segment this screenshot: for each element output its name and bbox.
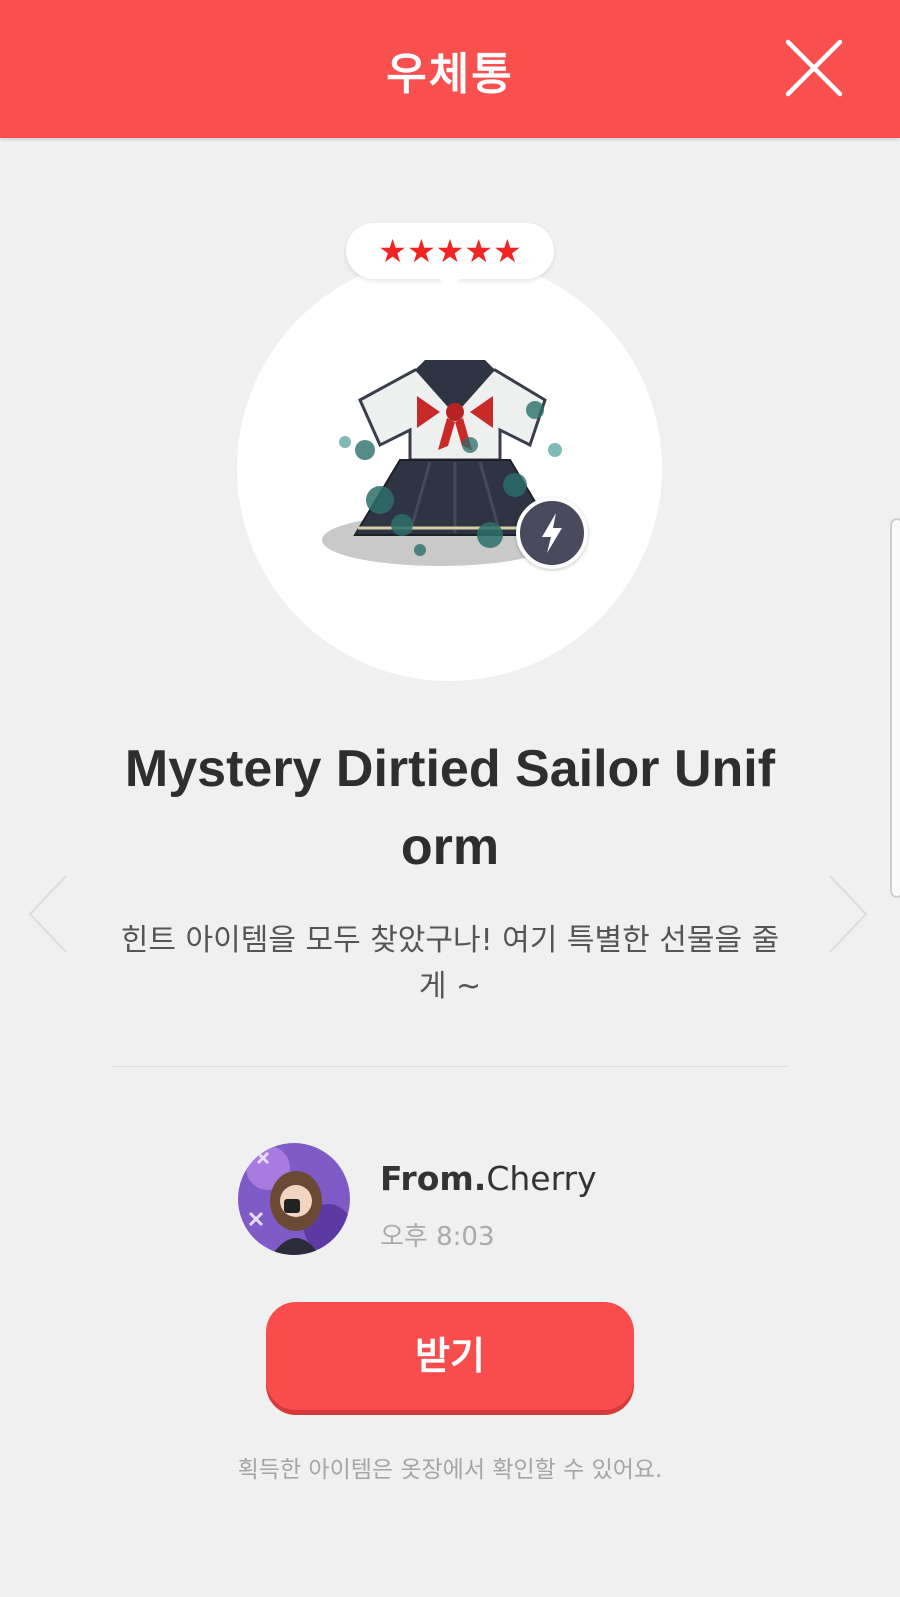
receive-button[interactable]: 받기 (266, 1302, 634, 1410)
chevron-left-icon (28, 875, 67, 953)
close-button[interactable] (782, 36, 846, 100)
sender-label: From.Cherry (380, 1159, 597, 1198)
lightning-icon (542, 513, 562, 553)
chevron-right-icon (829, 875, 868, 953)
item-name: Mystery Dirtied Sailor Uniform (124, 740, 776, 876)
star-rating: ★★★★★ (378, 232, 522, 270)
gift-message: 힌트 아이템을 모두 찾았구나! 여기 특별한 선물을 줄게 ~ (120, 923, 780, 1004)
page-title: 우체통 (386, 49, 514, 100)
header-bar: 우체통 (0, 0, 900, 138)
next-arrow[interactable] (826, 872, 870, 956)
previous-arrow[interactable] (26, 872, 70, 956)
sender-avatar (238, 1143, 350, 1255)
sent-time: 오후 8:03 (380, 1222, 495, 1252)
close-icon (785, 39, 843, 97)
divider (112, 1066, 788, 1067)
footer-note: 획득한 아이템은 옷장에서 확인할 수 있어요. (237, 1457, 663, 1483)
sender-name: Cherry (486, 1159, 597, 1198)
sender-prefix: From. (380, 1159, 487, 1198)
rating-bubble: ★★★★★ (346, 223, 554, 289)
lightning-badge (516, 497, 588, 569)
side-scroll-handle[interactable] (890, 518, 900, 898)
